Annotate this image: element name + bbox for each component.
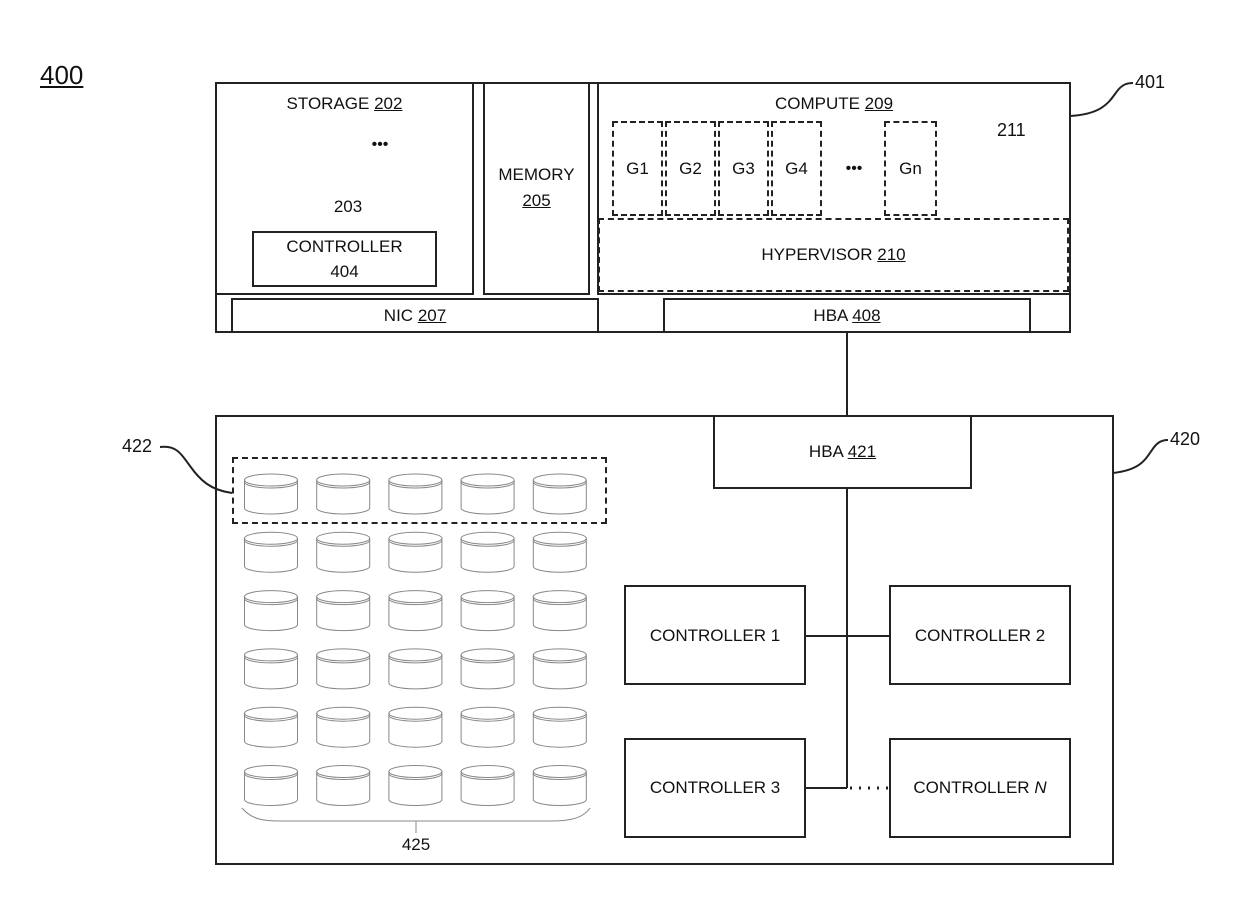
controller-1-label: CONTROLLER 1 <box>649 626 781 645</box>
hypervisor-label: HYPERVISOR 210 <box>761 245 906 264</box>
controller-n-label: CONTROLLER N <box>913 778 1047 797</box>
compute-label: COMPUTE 209 <box>774 94 894 113</box>
ref-420: 420 <box>1170 429 1201 449</box>
storage-controller-label: CONTROLLER 404 <box>286 237 403 281</box>
nic-label: NIC 207 <box>383 306 447 325</box>
guest-gn-label: Gn <box>899 159 922 178</box>
guest-g3-label: G3 <box>732 159 755 178</box>
ref-401: 401 <box>1135 72 1166 92</box>
hba-421-label: HBA 421 <box>808 442 877 461</box>
hba-408-label: HBA 408 <box>813 306 881 325</box>
leader-401 <box>1069 82 1134 117</box>
storage-label: STORAGE 202 <box>286 94 403 113</box>
storage-ellipsis: ••• <box>371 136 389 153</box>
guest-g1-label: G1 <box>626 159 649 178</box>
controller-2-label: CONTROLLER 2 <box>914 626 1046 645</box>
drive-group-422 <box>232 457 607 524</box>
guest-g2-label: G2 <box>679 159 702 178</box>
ref-211: 211 <box>997 120 1026 140</box>
ref-422: 422 <box>122 436 153 456</box>
drives-ref-203: 203 <box>333 197 363 216</box>
drives-ref-425: 425 <box>401 835 431 854</box>
guests-ellipsis: ••• <box>845 160 863 177</box>
controller-3-label: CONTROLLER 3 <box>649 778 781 797</box>
leader-420 <box>1112 439 1169 474</box>
guest-g4-label: G4 <box>785 159 808 178</box>
memory-label: MEMORY 205 <box>498 165 575 210</box>
